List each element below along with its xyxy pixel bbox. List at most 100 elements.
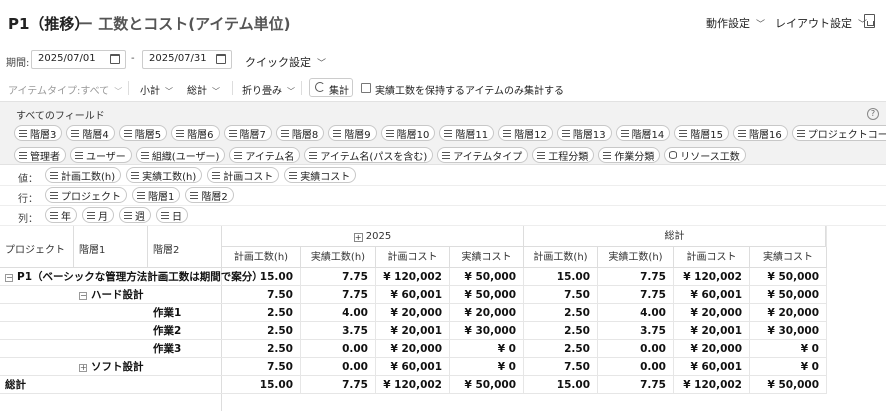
- drag-handle-icon: [442, 151, 451, 159]
- table-cell: ¥ 0: [750, 340, 827, 358]
- drag-handle-icon: [87, 211, 95, 219]
- chip-label: 階層4: [82, 129, 109, 141]
- item-type-dropdown[interactable]: アイテムタイプ:すべて ﹀: [8, 82, 122, 97]
- drag-handle-icon: [333, 129, 342, 137]
- grand-total-dropdown[interactable]: 総計 ﹀: [187, 82, 220, 97]
- start-date-input[interactable]: 2025/07/01: [31, 50, 126, 69]
- drag-handle-icon: [75, 151, 83, 159]
- row-label[interactable]: + ソフト設計: [79, 358, 144, 376]
- refresh-icon: [315, 82, 325, 92]
- chip-label: 月: [98, 211, 108, 223]
- chip-label: プロジェクト: [61, 191, 121, 203]
- column-header-measure[interactable]: 計画コスト: [674, 247, 750, 268]
- field-chip[interactable]: ユーザー: [70, 147, 132, 163]
- rows-zone-label: 行：: [18, 194, 38, 205]
- field-chip[interactable]: 階層5: [118, 125, 168, 141]
- table-cell: ¥ 50,000: [750, 286, 827, 304]
- expand-icon[interactable]: +: [79, 364, 87, 372]
- field-chip[interactable]: 階層3: [14, 125, 63, 141]
- table-cell: 7.50: [222, 286, 301, 304]
- row-chip[interactable]: 階層2: [185, 187, 234, 203]
- field-chip[interactable]: 階層4: [66, 125, 115, 141]
- values-zone: 値： 計画工数(h) 実績工数(h) 計画コスト 実績コスト: [0, 166, 886, 186]
- field-chip[interactable]: 階層16: [733, 125, 788, 141]
- end-date-input[interactable]: 2025/07/31: [142, 50, 232, 69]
- field-chip[interactable]: 階層13: [556, 125, 612, 141]
- table-cell: 2.50: [222, 322, 301, 340]
- column-header-measure[interactable]: 計画工数(h): [222, 247, 301, 268]
- column-chip[interactable]: 年: [45, 207, 77, 223]
- row-header-level2[interactable]: 階層2: [148, 226, 222, 268]
- field-chip[interactable]: 階層9: [328, 125, 377, 141]
- quick-settings-dropdown[interactable]: クイック設定 ﹀: [245, 54, 326, 70]
- field-chip[interactable]: 階層6: [171, 125, 220, 141]
- row-chip[interactable]: 階層1: [132, 187, 181, 203]
- help-icon[interactable]: ?: [867, 108, 879, 120]
- field-chip[interactable]: 階層12: [498, 125, 553, 141]
- field-chip[interactable]: 階層15: [674, 125, 730, 141]
- chip-label: 管理者: [30, 151, 60, 163]
- column-header-measure[interactable]: 実績工数(h): [598, 247, 674, 268]
- table-cell: ¥ 0: [450, 358, 524, 376]
- value-chip[interactable]: 実績コスト: [284, 167, 357, 183]
- export-file-icon[interactable]: [864, 14, 875, 28]
- table-cell: 2.50: [524, 340, 598, 358]
- row-label[interactable]: − ハード設計: [79, 286, 144, 304]
- row-chip[interactable]: プロジェクト: [45, 187, 127, 203]
- field-chip[interactable]: 管理者: [14, 147, 66, 163]
- field-chip[interactable]: リソース工数: [664, 147, 746, 163]
- value-chip[interactable]: 計画工数(h): [45, 167, 122, 183]
- chevron-down-icon: ﹀: [287, 87, 295, 96]
- column-header-year[interactable]: +2025: [222, 226, 524, 247]
- row-header-level1[interactable]: 階層1: [74, 226, 148, 268]
- field-chip[interactable]: 組織(ユーザー): [135, 147, 226, 163]
- field-chip[interactable]: 階層7: [223, 125, 272, 141]
- subtotal-dropdown[interactable]: 小計 ﹀: [140, 82, 173, 97]
- row-header-project[interactable]: プロジェクト: [0, 226, 74, 268]
- table-cell: 3.75: [301, 322, 376, 340]
- action-settings-dropdown[interactable]: 動作設定 ﹀: [706, 15, 765, 31]
- collapse-icon[interactable]: −: [79, 292, 87, 300]
- header: P1（推移） ー 工数とコスト(アイテム単位) 動作設定 ﹀ レイアウト設定 ﹀: [0, 0, 886, 44]
- layout-settings-dropdown[interactable]: レイアウト設定 ﹀: [775, 15, 867, 31]
- column-header-measure[interactable]: 実績工数(h): [301, 247, 376, 268]
- column-header-measure[interactable]: 実績コスト: [450, 247, 524, 268]
- field-chip[interactable]: 階層14: [615, 125, 671, 141]
- field-chip[interactable]: 作業分類: [598, 147, 661, 163]
- calendar-icon[interactable]: [216, 54, 226, 64]
- field-chip[interactable]: 階層10: [380, 125, 436, 141]
- table-cell: 3.75: [598, 322, 674, 340]
- chevron-down-icon: ﹀: [165, 87, 173, 96]
- aggregate-button[interactable]: 集計: [309, 78, 353, 97]
- column-header-measure[interactable]: 計画コスト: [376, 247, 450, 268]
- calendar-icon[interactable]: [110, 54, 120, 64]
- column-chip[interactable]: 週: [119, 207, 151, 223]
- field-chip[interactable]: 階層8: [275, 125, 325, 141]
- column-chip[interactable]: 月: [82, 207, 114, 223]
- table-cell: 15.00: [524, 376, 598, 394]
- chip-label: 階層10: [396, 129, 430, 141]
- actual-hours-only-label[interactable]: 実績工数を保持するアイテムのみ集計する: [375, 82, 564, 97]
- field-chip[interactable]: アイテム名(パスを含む): [304, 147, 434, 163]
- field-chip[interactable]: プロジェクトコード: [791, 125, 886, 141]
- column-chip[interactable]: 日: [156, 207, 188, 223]
- value-chip[interactable]: 計画コスト: [207, 167, 280, 183]
- field-chip[interactable]: アイテム名: [229, 147, 301, 163]
- value-chip[interactable]: 実績工数(h): [126, 167, 203, 183]
- field-chip[interactable]: 工程分類: [532, 147, 595, 163]
- table-cell: 7.50: [524, 286, 598, 304]
- drag-handle-icon: [289, 171, 298, 179]
- field-chip[interactable]: アイテムタイプ: [437, 147, 529, 163]
- expand-icon[interactable]: +: [353, 233, 363, 242]
- actual-hours-only-checkbox[interactable]: [361, 83, 371, 93]
- table-cell: ¥ 30,000: [750, 322, 827, 340]
- column-header-measure[interactable]: 計画工数(h): [524, 247, 598, 268]
- table-cell: ¥ 20,001: [376, 322, 450, 340]
- chip-label: 実績工数(h): [142, 171, 197, 183]
- chevron-down-icon: ﹀: [756, 20, 766, 30]
- collapse-icon[interactable]: −: [5, 274, 13, 282]
- field-chip[interactable]: 階層11: [439, 125, 495, 141]
- column-header-measure[interactable]: 実績コスト: [750, 247, 827, 268]
- chip-label: 階層3: [30, 129, 57, 141]
- collapse-dropdown[interactable]: 折り畳み ﹀: [242, 82, 295, 97]
